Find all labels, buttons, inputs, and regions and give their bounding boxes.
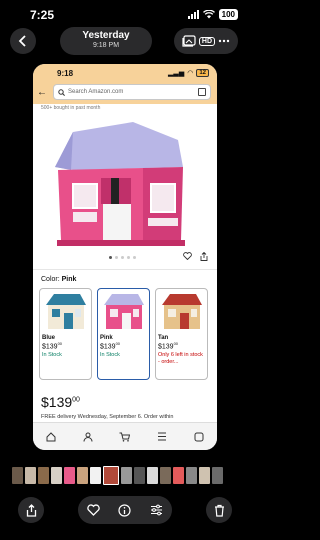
trash-icon — [214, 504, 224, 517]
photo-date: Yesterday — [82, 30, 130, 41]
product-image[interactable] — [33, 112, 217, 252]
thumbnail[interactable] — [25, 467, 36, 484]
share-icon — [26, 503, 36, 517]
inner-status-icons: ▂▃▅ ◠ 12 — [168, 69, 209, 77]
option-price: $13900 — [158, 341, 179, 351]
share-button[interactable] — [18, 497, 44, 523]
delete-button[interactable] — [206, 497, 232, 523]
thumbnail[interactable] — [64, 467, 75, 484]
amazon-bottom-nav — [33, 422, 217, 450]
thumbnail[interactable] — [90, 467, 101, 484]
thumbnail[interactable] — [147, 467, 158, 484]
screenshot-phone[interactable]: 9:18 ▂▃▅ ◠ 12 ← Search Amazon.com 500+ b… — [33, 64, 217, 450]
photo-time: 9:18 PM — [92, 42, 120, 49]
search-input[interactable]: Search Amazon.com — [53, 84, 211, 100]
color-option-blue[interactable]: Blue $13900 In Stock — [39, 288, 92, 380]
back-button[interactable] — [10, 28, 36, 54]
chevron-left-icon — [18, 35, 26, 47]
status-bar: 7:25 100 — [0, 0, 250, 28]
wifi-icon — [202, 10, 215, 19]
amazon-search-bar: ← Search Amazon.com — [33, 82, 217, 104]
bought-count: 500+ bought in past month — [41, 105, 101, 111]
photos-top-bar: Yesterday 9:18 PM HD — [0, 26, 250, 56]
thumbnail[interactable] — [134, 467, 145, 484]
home-icon[interactable] — [46, 431, 56, 442]
hd-badge[interactable]: HD — [198, 36, 216, 46]
inner-wifi-icon: ◠ — [187, 70, 194, 77]
thumbnail[interactable] — [12, 467, 23, 484]
cart-icon[interactable] — [119, 432, 131, 442]
color-value: Pink — [61, 276, 77, 283]
option-stock: In Stock — [42, 352, 62, 359]
thumbnail[interactable] — [186, 467, 197, 484]
thumbnail[interactable] — [38, 467, 49, 484]
delivery-info: FREE delivery Wednesday, September 6. Or… — [41, 414, 174, 420]
inner-status-time: 9:18 — [57, 69, 74, 78]
cellular-signal-icon — [187, 10, 199, 19]
scan-icon[interactable] — [198, 88, 206, 96]
thumbnail[interactable] — [103, 466, 119, 485]
option-price: $13900 — [42, 341, 63, 351]
adjust-icon[interactable] — [150, 504, 163, 516]
photos-bottom-bar — [0, 496, 250, 526]
divider — [33, 269, 217, 270]
color-label-text: Color: — [41, 276, 60, 283]
heart-icon[interactable] — [87, 504, 100, 516]
heart-icon[interactable] — [183, 252, 192, 260]
more-icon[interactable] — [218, 39, 230, 43]
rufus-icon[interactable] — [194, 432, 204, 442]
pink-playhouse-thumbnail — [100, 291, 147, 333]
color-option-tan[interactable]: Tan $13900 Only 6 left in stock - order.… — [155, 288, 208, 380]
account-icon[interactable] — [83, 432, 93, 442]
blue-playhouse-thumbnail — [42, 291, 89, 333]
option-price: $13900 — [100, 341, 121, 351]
top-actions: HD — [174, 28, 238, 54]
share-icon[interactable] — [200, 252, 208, 261]
option-stock: Only 6 left in stock - order... — [158, 352, 203, 365]
info-icon[interactable] — [118, 503, 132, 517]
inner-battery-badge: 12 — [196, 69, 209, 77]
pink-playhouse-image — [55, 122, 185, 246]
tan-playhouse-thumbnail — [158, 291, 205, 333]
thumbnail[interactable] — [121, 467, 132, 484]
back-arrow-icon[interactable]: ← — [37, 87, 47, 98]
thumbnail[interactable] — [160, 467, 171, 484]
photo-gallery-icon[interactable] — [182, 35, 196, 47]
inner-status-bar: 9:18 ▂▃▅ ◠ 12 — [33, 64, 217, 82]
status-time: 7:25 — [30, 8, 55, 22]
battery-badge: 100 — [218, 9, 238, 20]
photo-date-pill: Yesterday 9:18 PM — [60, 27, 152, 55]
thumbnail-strip[interactable] — [12, 466, 223, 485]
thumbnail[interactable] — [51, 467, 62, 484]
search-placeholder: Search Amazon.com — [68, 89, 124, 95]
thumbnail[interactable] — [77, 467, 88, 484]
image-page-dots[interactable] — [109, 256, 136, 259]
search-icon — [58, 88, 65, 96]
thumbnail[interactable] — [212, 467, 223, 484]
color-option-pink[interactable]: Pink $13900 In Stock — [97, 288, 150, 380]
product-price: $13900 — [41, 394, 80, 410]
inner-signal-icon: ▂▃▅ — [168, 70, 185, 77]
color-label: Color: Pink — [41, 276, 76, 283]
color-options: Blue $13900 In Stock Pink $13900 In Stoc… — [39, 288, 208, 380]
image-actions — [183, 252, 208, 261]
thumbnail[interactable] — [173, 467, 184, 484]
status-icons: 100 — [187, 9, 238, 20]
center-actions — [78, 496, 172, 524]
thumbnail[interactable] — [199, 467, 210, 484]
menu-icon[interactable] — [157, 432, 167, 441]
option-stock: In Stock — [100, 352, 120, 359]
